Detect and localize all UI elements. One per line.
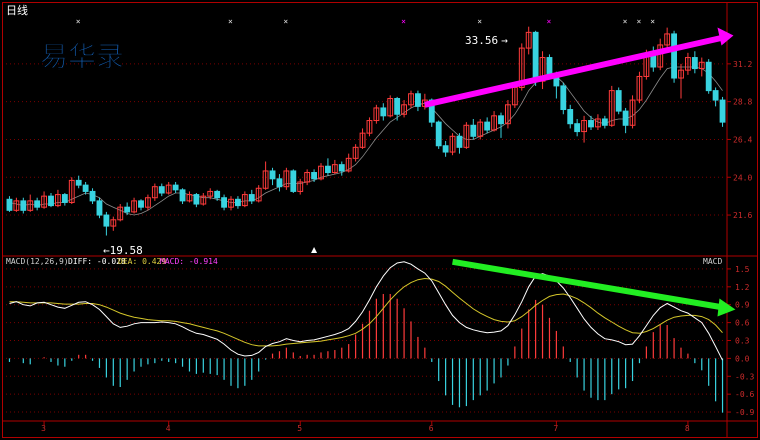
- candle-body: [560, 85, 567, 111]
- candle-body: [470, 124, 477, 137]
- candle-body: [20, 200, 27, 211]
- event-marker: ×: [623, 17, 628, 26]
- candle-body: [34, 200, 41, 208]
- candle-body: [138, 200, 144, 208]
- date-tick-label: 5: [297, 424, 302, 433]
- macd-panel-title: MACD: [703, 257, 722, 266]
- candle-body: [435, 121, 442, 147]
- event-marker: ×: [283, 17, 288, 26]
- candle: [560, 82, 567, 115]
- event-marker: ×: [650, 17, 655, 26]
- candle-body: [712, 90, 719, 101]
- candle-body: [103, 214, 110, 227]
- candle-body: [89, 190, 96, 202]
- event-marker: ×: [477, 17, 482, 26]
- candle-body: [415, 93, 421, 107]
- macd-tick-label: 0.3: [735, 336, 750, 345]
- candle-body: [380, 107, 387, 117]
- candle-body: [325, 165, 331, 174]
- candle-body: [567, 109, 574, 125]
- candle-body: [394, 98, 401, 115]
- macd-tick-label: 0.0: [735, 354, 750, 363]
- candle: [705, 59, 712, 94]
- macd-value-label: MACD: -0.914: [160, 257, 218, 266]
- date-tick-label: 7: [553, 424, 558, 433]
- stock-chart: 31.2 28.8 26.4 24.0 21.6 1.5 1.2 0.9 0.6 0.3 0.0 -…: [0, 0, 760, 440]
- event-marker: ×: [76, 17, 81, 26]
- candle-body: [615, 90, 622, 112]
- candle: [615, 87, 622, 115]
- candle-body: [338, 164, 345, 172]
- event-marker: ×: [636, 17, 641, 26]
- candle-body: [498, 115, 504, 125]
- candle-body: [269, 170, 276, 180]
- macd-tick-label: -0.6: [735, 390, 754, 399]
- macd-tick-label: -0.9: [735, 408, 754, 417]
- macd-params-label: MACD(12,26,9): [6, 257, 69, 266]
- event-marker: ×: [228, 17, 233, 26]
- date-tick-label: 8: [685, 424, 690, 433]
- candle-body: [311, 172, 317, 180]
- candle-body: [248, 194, 255, 202]
- candle-body: [456, 135, 463, 148]
- candle-body: [290, 170, 297, 192]
- candle-body: [442, 145, 449, 153]
- candle: [671, 30, 678, 83]
- candle-body: [193, 194, 200, 205]
- price-tick-label: 28.8: [733, 98, 752, 107]
- candle-body: [705, 61, 712, 92]
- high-price-label: 33.56 →: [465, 34, 508, 47]
- candle-body: [6, 198, 13, 211]
- candle-body: [276, 178, 283, 188]
- candle-body: [61, 194, 68, 203]
- candle-body: [622, 110, 629, 126]
- macd-tick-label: 1.2: [735, 283, 750, 292]
- candle-body: [484, 121, 491, 131]
- date-tick-label: 4: [166, 424, 171, 433]
- price-tick-label: 21.6: [733, 211, 752, 220]
- candle-body: [574, 123, 581, 133]
- candle-body: [158, 186, 165, 194]
- candle: [96, 197, 103, 219]
- candle: [290, 169, 297, 193]
- price-tick-label: 26.4: [733, 135, 752, 144]
- candle-body: [179, 189, 186, 202]
- macd-tick-label: 0.6: [735, 319, 750, 328]
- candle-body: [691, 57, 698, 70]
- macd-tick-label: 1.5: [735, 265, 750, 274]
- candle-body: [221, 197, 227, 208]
- event-marker: ×: [546, 17, 551, 26]
- candle-body: [588, 120, 594, 128]
- candle: [719, 96, 726, 127]
- date-tick-label: 6: [429, 424, 434, 433]
- chart-title: 日线: [6, 3, 28, 17]
- date-tick-label: 3: [41, 424, 46, 433]
- candle: [435, 120, 442, 149]
- candle-body: [82, 184, 89, 192]
- candle-body: [601, 118, 608, 126]
- low-price-label: ←19.58: [103, 244, 143, 257]
- candle-body: [235, 198, 241, 207]
- candle-body: [671, 33, 678, 79]
- event-marker: ×: [401, 17, 406, 26]
- macd-tick-label: 0.9: [735, 301, 750, 310]
- stock-logo-text: 易华录: [40, 40, 124, 73]
- candle-body: [172, 184, 179, 191]
- candle-body: [214, 190, 221, 199]
- candle-body: [75, 179, 82, 186]
- candle-body: [96, 200, 103, 216]
- price-tick-label: 31.2: [733, 60, 752, 69]
- macd-tick-label: -0.3: [735, 372, 754, 381]
- candle-body: [719, 99, 726, 123]
- candle-body: [48, 195, 54, 207]
- candle-body: [546, 57, 553, 76]
- candle-body: [532, 31, 539, 82]
- price-tick-label: 24.0: [733, 173, 752, 182]
- candle-body: [124, 206, 131, 213]
